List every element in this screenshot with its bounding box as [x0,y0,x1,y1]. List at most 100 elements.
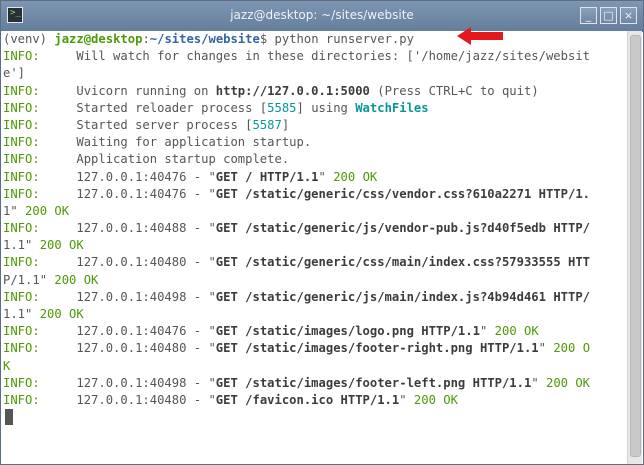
log-text: 127.0.0.1:40498 - " [39,289,216,304]
log-line: INFO: Will watch for changes in these di… [1,48,628,65]
log-status: 200 OK [494,324,539,339]
venv-label: (venv) [3,32,55,46]
log-text: 127.0.0.1:40476 - " [39,169,216,184]
log-text: 127.0.0.1:40480 - " [39,341,216,356]
log-pid: 5585 [267,100,297,115]
log-status: K [3,358,11,373]
scrollbar[interactable] [627,31,642,464]
scrollbar-thumb[interactable] [630,35,641,457]
log-request: GET /static/images/footer-left.png HTTP/… [215,375,532,390]
log-request: GET / HTTP/1.1 [215,169,319,184]
log-text: Started reloader process [ [39,100,268,115]
log-text: 127.0.0.1:40476 - " [39,186,216,201]
log-level: INFO: [3,341,40,356]
log-text: 127.0.0.1:40480 - " [39,255,216,270]
log-request: GET /static/generic/css/main/index.css?5… [215,255,591,270]
log-level: INFO: [3,375,40,390]
log-request: GET /static/generic/css/vendor.css?610a2… [215,186,591,201]
log-line: INFO: 127.0.0.1:40480 - "GET /static/ima… [1,340,628,357]
log-text-end: ] [281,117,290,132]
log-text: 127.0.0.1:40488 - " [39,221,216,236]
log-pid: 5587 [252,117,282,132]
close-button[interactable]: × [620,7,637,24]
log-text: Waiting for application startup. [39,135,312,150]
log-line: INFO: 127.0.0.1:40476 - "GET / HTTP/1.1"… [1,169,628,186]
log-line: INFO: 127.0.0.1:40498 - "GET /static/gen… [1,289,628,306]
log-status: 200 OK [39,307,84,321]
log-quote: " [399,392,414,407]
log-line: INFO: 127.0.0.1:40476 - "GET /static/ima… [1,323,628,340]
log-line: 1" 200 OK [1,203,628,220]
log-url: http://127.0.0.1:5000 [215,83,370,98]
prompt-line: (venv) jazz@desktop:~/sites/website$ pyt… [1,31,628,48]
log-line: INFO: Started server process [5587] [1,117,628,134]
log-text: Uvicorn running on [39,83,216,98]
title-bar[interactable]: >_ jazz@desktop: ~/sites/website _ □ × [1,1,643,32]
log-level: INFO: [3,117,40,132]
log-quote: " [479,324,495,339]
maximize-button[interactable]: □ [600,7,617,24]
log-line: 1.1" 200 OK [1,237,628,254]
log-level: INFO: [3,83,40,98]
log-line: K [1,358,628,375]
terminal-output[interactable]: (venv) jazz@desktop:~/sites/website$ pyt… [1,31,628,464]
log-text: Started server process [ [39,117,253,132]
log-status: 200 OK [39,238,84,253]
terminal-window: >_ jazz@desktop: ~/sites/website _ □ × (… [0,0,644,465]
log-line: INFO: 127.0.0.1:40476 - "GET /static/gen… [1,186,628,203]
log-status: 200 O [553,341,591,356]
log-text: Application startup complete. [39,152,290,167]
red-arrow-icon [457,27,503,45]
log-level: INFO: [3,221,40,236]
log-quote: " [318,169,334,184]
window-title: jazz@desktop: ~/sites/website [230,8,414,22]
log-quote: " [538,341,554,356]
log-level: INFO: [3,100,40,115]
log-level: INFO: [3,392,40,407]
prompt-path: ~/sites/website [149,32,260,46]
log-line: P/1.1" 200 OK [1,272,628,289]
log-text: 127.0.0.1:40476 - " [39,324,216,339]
log-level: INFO: [3,289,40,304]
log-text: 127.0.0.1:40498 - " [39,375,216,390]
log-text: 1.1 [3,238,26,253]
log-line: INFO: 127.0.0.1:40480 - "GET /favicon.ic… [1,392,628,409]
log-level: INFO: [3,186,40,201]
minimize-button[interactable]: _ [580,7,597,24]
log-quote: " [25,238,40,253]
log-request: GET /static/images/logo.png HTTP/1.1 [215,324,480,339]
log-line: 1.1" 200 OK [1,306,628,323]
log-line: INFO: Started reloader process [5585] us… [1,100,628,117]
log-level: INFO: [3,324,40,339]
log-status: 200 OK [54,272,99,287]
log-status: 200 OK [546,375,591,390]
log-status: 200 OK [333,169,378,184]
log-quote: " [531,375,546,390]
log-status: 200 OK [25,203,70,218]
prompt-command: python runserver.py [267,32,414,46]
log-level: INFO: [3,135,40,150]
log-line: INFO: Waiting for application startup. [1,134,628,151]
log-request: GET /static/generic/js/vendor-pub.js?d40… [215,221,591,236]
log-quote: " [10,203,26,218]
log-text-mid: ] using [296,100,356,115]
cursor-line [1,409,628,426]
log-tool: WatchFiles [355,100,429,115]
log-level: INFO: [3,255,40,270]
log-text: e'] [3,66,26,81]
log-level: INFO: [3,49,40,64]
log-request: GET /static/images/footer-right.png HTTP… [215,341,539,356]
log-line: INFO: 127.0.0.1:40480 - "GET /static/gen… [1,254,628,271]
log-text: 127.0.0.1:40480 - " [39,392,216,407]
log-status: 200 OK [413,392,458,407]
prompt-user-host: jazz@desktop [54,32,143,46]
log-line: INFO: Uvicorn running on http://127.0.0.… [1,83,628,100]
terminal-cursor [5,409,13,426]
log-level: INFO: [3,152,40,167]
log-lines: INFO: Will watch for changes in these di… [1,48,628,409]
prompt-colon: : [142,32,150,46]
log-line: INFO: 127.0.0.1:40498 - "GET /static/ima… [1,375,628,392]
log-text: 1.1 [3,307,26,321]
log-level: INFO: [3,169,40,184]
log-text: P/1.1 [3,272,40,287]
